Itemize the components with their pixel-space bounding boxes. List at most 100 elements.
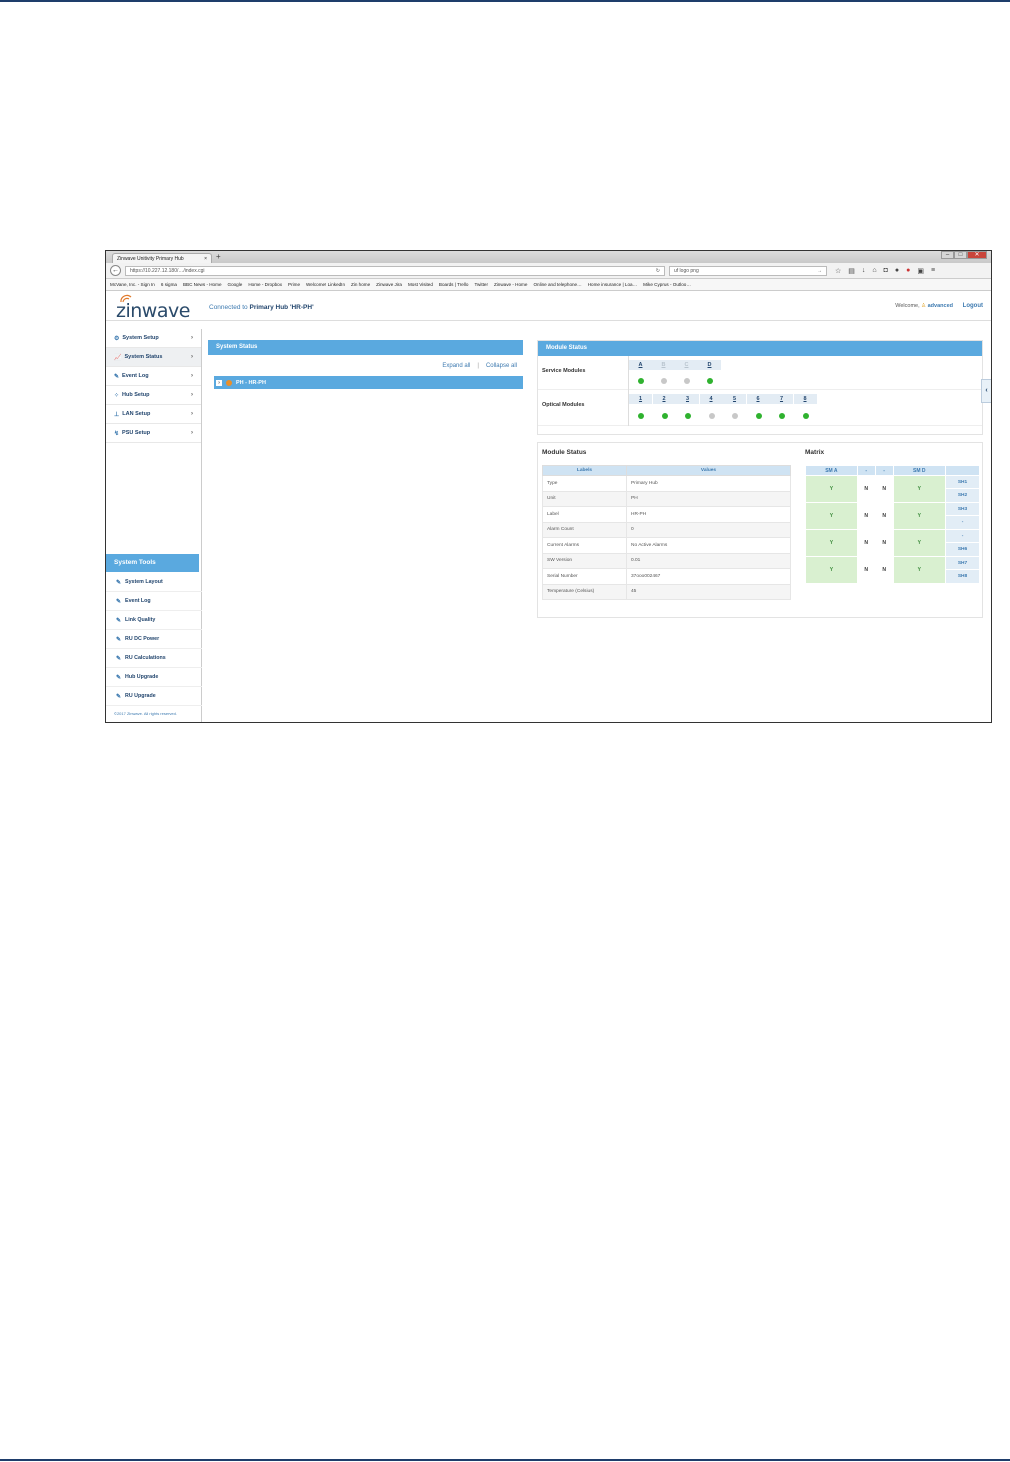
sh-label[interactable]: SH7 (946, 557, 979, 570)
tool-ru-upgrade[interactable]: ✎ RU Upgrade (106, 687, 202, 706)
optical-slot[interactable]: 6 (746, 394, 770, 404)
screen-icon[interactable]: ▣ (917, 267, 924, 275)
bookmark-item[interactable]: Zinwave - Home (494, 282, 527, 287)
service-slot[interactable]: B (652, 360, 675, 370)
optical-slot[interactable]: 2 (652, 394, 676, 404)
tool-ru-calculations[interactable]: ✎ RU Calculations (106, 649, 202, 668)
bookmark-item[interactable]: Most Visited (408, 282, 433, 287)
matrix-cell[interactable]: Y (805, 556, 858, 584)
service-slot[interactable]: C (675, 360, 698, 370)
matrix-cell[interactable]: N (874, 529, 894, 557)
matrix-cell[interactable]: N (874, 475, 894, 503)
matrix-cell[interactable]: N (874, 556, 894, 584)
matrix-cell[interactable]: N (856, 475, 876, 503)
matrix-cell[interactable]: Y (892, 529, 947, 557)
sh-label[interactable]: SH3 (946, 503, 979, 516)
url-bar[interactable]: https://10.227.12.180/…/index.cgi ↻ (125, 265, 665, 276)
bookmark-item[interactable]: BBC News - Home (183, 282, 222, 287)
matrix-cell[interactable]: N (856, 502, 876, 530)
new-tab-button[interactable]: + (216, 252, 221, 261)
clipboard-icon[interactable]: ▤ (848, 267, 855, 275)
matrix-cell[interactable]: Y (805, 475, 858, 503)
tool-link-quality[interactable]: ✎ Link Quality (106, 611, 202, 630)
matrix-header[interactable]: SM D (892, 465, 947, 476)
matrix-cell[interactable]: N (856, 529, 876, 557)
optical-slot[interactable]: 7 (770, 394, 793, 404)
tool-hub-upgrade[interactable]: ✎ Hub Upgrade (106, 668, 202, 687)
bookmark-item[interactable]: Twitter (474, 282, 488, 287)
sidebar-item-system-setup[interactable]: ⚙ System Setup › (106, 329, 201, 348)
back-arrow-icon[interactable]: ← (110, 265, 121, 276)
bookmark-item[interactable]: Home - Dropbox (248, 282, 282, 287)
matrix-cell[interactable]: Y (805, 529, 858, 557)
menu-icon[interactable]: ≡ (931, 267, 935, 275)
sh-label[interactable]: - (946, 530, 979, 543)
bookmark-item[interactable]: Mike Cyprus - Outloo… (643, 282, 691, 287)
zinwave-logo[interactable]: zinwave (116, 294, 196, 322)
chevron-right-icon[interactable]: › (216, 379, 222, 386)
optical-slot[interactable]: 4 (699, 394, 723, 404)
bookmark-item[interactable]: Online and telephone… (533, 282, 581, 287)
sidebar-item-hub-setup[interactable]: ⁘ Hub Setup › (106, 386, 201, 405)
column-header-labels[interactable]: Labels (542, 465, 627, 476)
star-icon[interactable]: ☆ (835, 267, 841, 275)
search-bar[interactable]: uf logo png → (669, 265, 827, 276)
download-icon[interactable]: ↓ (862, 267, 866, 275)
optical-slot[interactable]: 1 (629, 394, 652, 404)
bookmark-item[interactable]: McVane, Inc. - Sign In (110, 282, 155, 287)
optical-slot[interactable]: 3 (676, 394, 699, 404)
browser-tab[interactable]: Zinwave Unitivity Primary Hub × (112, 253, 212, 263)
logout-link[interactable]: Logout (963, 303, 983, 309)
bookmark-item[interactable]: Prime (288, 282, 300, 287)
search-go-icon[interactable]: → (817, 268, 822, 274)
adblock-icon[interactable]: ● (906, 267, 910, 275)
service-slot[interactable]: A (629, 360, 652, 370)
bookmark-item[interactable]: Home insurance | Loa… (588, 282, 637, 287)
collapse-all-link[interactable]: Collapse all (486, 363, 517, 369)
reload-icon[interactable]: ↻ (656, 268, 660, 274)
matrix-cell[interactable]: N (856, 556, 876, 584)
tool-event-log[interactable]: ✎ Event Log (106, 592, 202, 611)
wrench-icon: ✎ (116, 655, 122, 662)
matrix-cell[interactable]: Y (892, 502, 947, 530)
tool-ru-dc-power[interactable]: ✎ RU DC Power (106, 630, 202, 649)
home-icon[interactable]: ⌂ (872, 267, 876, 275)
optical-slot[interactable]: 5 (723, 394, 746, 404)
extension-icon[interactable]: ● (895, 267, 899, 275)
sidebar-item-event-log[interactable]: ✎ Event Log › (106, 367, 201, 386)
matrix-cell[interactable]: Y (805, 502, 858, 530)
expand-all-link[interactable]: Expand all (442, 363, 470, 369)
sh-label[interactable]: SH2 (946, 489, 979, 502)
window-close-icon[interactable]: ✕ (967, 251, 987, 259)
optical-slot[interactable]: 8 (793, 394, 817, 404)
sidebar-item-system-status[interactable]: 📈 System Status › (106, 348, 201, 367)
sh-label[interactable]: SH1 (946, 476, 979, 489)
tree-node-primary-hub[interactable]: › PH - HR-PH (214, 376, 523, 389)
minimize-icon[interactable]: – (941, 251, 954, 259)
sidebar-item-lan-setup[interactable]: ⊥ LAN Setup › (106, 405, 201, 424)
sh-label[interactable]: SH8 (946, 570, 979, 583)
sh-label[interactable]: SH6 (946, 543, 979, 556)
username[interactable]: advanced (928, 303, 953, 309)
maximize-icon[interactable]: □ (954, 251, 967, 259)
sidebar-item-psu-setup[interactable]: ↯ PSU Setup › (106, 424, 201, 443)
bookmark-item[interactable]: 6 sigma (161, 282, 177, 287)
collapse-panel-chevron-left-icon[interactable]: ‹ (981, 379, 991, 403)
service-slot[interactable]: D (698, 360, 721, 370)
matrix-cell[interactable]: N (874, 502, 894, 530)
sh-label[interactable]: - (946, 516, 979, 529)
pocket-icon[interactable]: ◘ (884, 267, 888, 275)
matrix-header[interactable]: - (874, 465, 894, 476)
tool-system-layout[interactable]: ✎ System Layout (106, 573, 202, 592)
matrix-cell[interactable]: Y (892, 475, 947, 503)
column-header-values[interactable]: Values (626, 465, 791, 476)
matrix-header[interactable]: SM A (805, 465, 858, 476)
bookmark-item[interactable]: Zin home (351, 282, 370, 287)
bookmark-item[interactable]: Welcome! LinkedIn (306, 282, 345, 287)
bookmark-item[interactable]: Zinwave Jira (376, 282, 402, 287)
bookmark-item[interactable]: Google (228, 282, 243, 287)
matrix-header[interactable]: - (856, 465, 876, 476)
bookmark-item[interactable]: Boards | Trello (439, 282, 469, 287)
matrix-cell[interactable]: Y (892, 556, 947, 584)
close-icon[interactable]: × (204, 256, 207, 262)
